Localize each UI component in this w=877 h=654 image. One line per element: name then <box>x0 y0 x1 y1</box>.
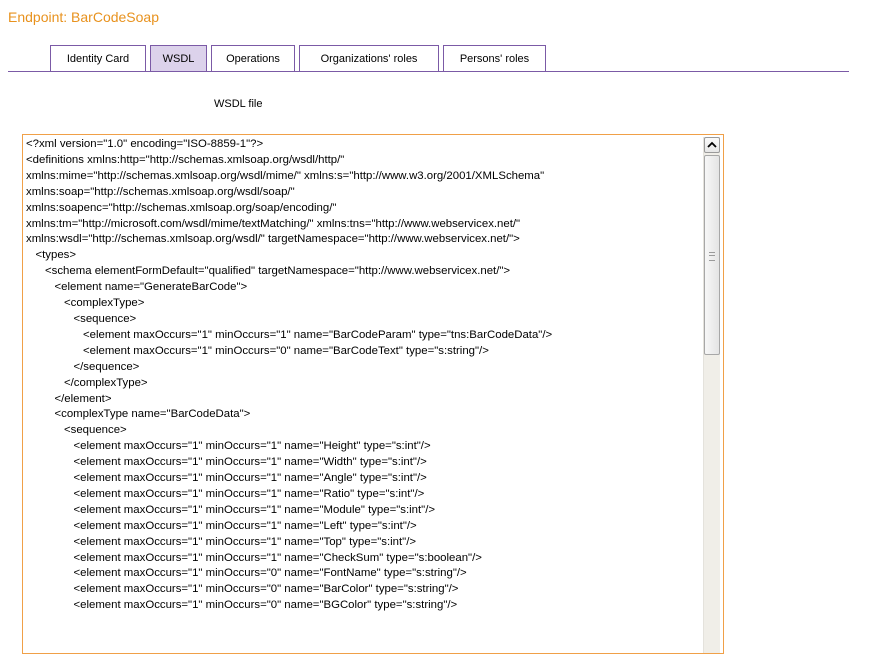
tab-divider <box>8 71 849 72</box>
scroll-up-button[interactable] <box>704 137 720 153</box>
tab-operations[interactable]: Operations <box>211 45 295 71</box>
page-title: Endpoint: BarCodeSoap <box>8 9 159 25</box>
scroll-thumb[interactable] <box>704 155 720 355</box>
wsdl-textarea[interactable]: <?xml version="1.0" encoding="ISO-8859-1… <box>22 134 724 654</box>
chevron-up-icon <box>707 141 717 148</box>
tab-wsdl[interactable]: WSDL <box>150 45 207 71</box>
grip-icon <box>709 252 715 261</box>
tab-persons-roles[interactable]: Persons' roles <box>443 45 546 71</box>
wsdl-content[interactable]: <?xml version="1.0" encoding="ISO-8859-1… <box>26 137 701 614</box>
tab-identity-card[interactable]: Identity Card <box>50 45 146 71</box>
wsdl-file-label: WSDL file <box>214 98 263 110</box>
vertical-scrollbar[interactable] <box>703 137 720 653</box>
tab-organizations-roles[interactable]: Organizations' roles <box>299 45 439 71</box>
tab-bar: Identity Card WSDL Operations Organizati… <box>50 45 550 71</box>
